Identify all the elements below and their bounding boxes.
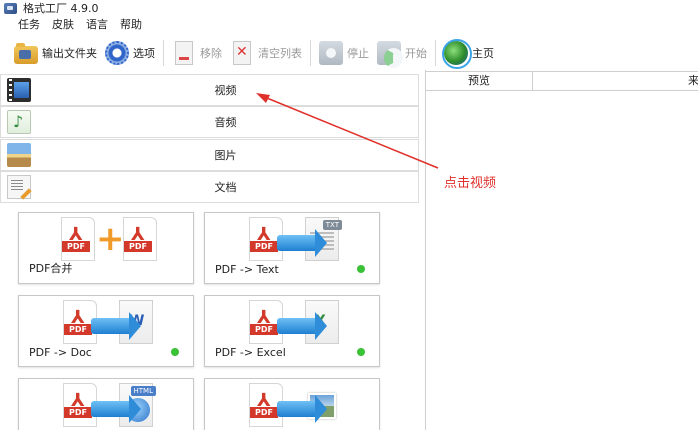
home-button[interactable]: 主页 xyxy=(440,39,498,69)
category-image-label: 图片 xyxy=(214,149,237,162)
remove-label: 移除 xyxy=(200,47,222,60)
tile-label: PDF合并 xyxy=(29,262,73,275)
category-document-label: 文档 xyxy=(214,181,237,194)
menu-help[interactable]: 帮助 xyxy=(114,17,148,33)
toolbar-divider xyxy=(435,40,436,66)
remove-button[interactable]: 移除 xyxy=(168,39,226,67)
start-label: 开始 xyxy=(405,47,427,60)
category-audio-label: 音频 xyxy=(214,116,237,129)
folder-icon xyxy=(14,43,38,64)
gear-icon xyxy=(105,41,129,65)
tile-label: PDF -> Doc xyxy=(29,346,92,359)
category-document[interactable]: 文档 xyxy=(0,171,419,203)
tile-label: PDF -> Excel xyxy=(215,346,286,359)
menu-skin[interactable]: 皮肤 xyxy=(46,17,80,33)
convert-arrow-icon xyxy=(277,229,327,257)
stop-button[interactable]: 停止 xyxy=(315,39,373,67)
status-dot xyxy=(357,348,365,356)
function-panel: 视频 音频 图片 文档 ⅄PDF + ⅄PDF PDF合并 ⅄PDF xyxy=(0,70,421,430)
plus-icon: + xyxy=(96,219,125,259)
convert-arrow-icon xyxy=(91,395,141,423)
window-title: 格式工厂 4.9.0 xyxy=(23,2,99,15)
toolbar-divider xyxy=(310,40,311,66)
clear-list-button[interactable]: 清空列表 xyxy=(226,39,306,67)
pdf-file-icon: ⅄ PDF xyxy=(123,217,157,261)
output-folder-label: 输出文件夹 xyxy=(42,47,97,60)
home-label: 主页 xyxy=(472,47,494,60)
title-bar: 格式工厂 4.9.0 xyxy=(0,0,698,16)
status-dot xyxy=(171,348,179,356)
options-label: 选项 xyxy=(133,47,155,60)
toolbar-divider xyxy=(163,40,164,66)
menu-bar: 任务 皮肤 语言 帮助 xyxy=(0,17,148,33)
status-dot xyxy=(357,265,365,273)
pdf-to-excel-art: ⅄PDF X xyxy=(205,300,381,344)
pdf-to-text-art: ⅄ PDF TXT xyxy=(205,217,381,261)
task-list-panel: 预览 来 xyxy=(425,70,698,430)
clear-list-icon xyxy=(233,41,251,65)
category-video-label: 视频 xyxy=(214,84,237,97)
menu-language[interactable]: 语言 xyxy=(80,17,114,33)
tile-pdf-to-doc[interactable]: ⅄PDF W PDF -> Doc xyxy=(18,295,194,367)
column-preview[interactable]: 预览 xyxy=(426,72,533,90)
stop-icon xyxy=(319,41,343,65)
annotation-text: 点击视频 xyxy=(444,176,497,191)
tile-pdf-to-excel[interactable]: ⅄PDF X PDF -> Excel xyxy=(204,295,380,367)
menu-task[interactable]: 任务 xyxy=(12,17,46,33)
pdf-merge-art: ⅄ PDF + ⅄ PDF xyxy=(19,217,195,261)
category-image[interactable]: 图片 xyxy=(0,139,419,171)
toolbar: 输出文件夹 选项 移除 清空列表 停止 开始 主页 xyxy=(0,37,698,69)
pdf-file-icon: ⅄ PDF xyxy=(61,217,95,261)
app-logo-icon xyxy=(4,2,17,14)
convert-arrow-icon xyxy=(277,312,327,340)
clear-list-label: 清空列表 xyxy=(258,47,302,60)
options-button[interactable]: 选项 xyxy=(101,39,159,67)
pdf-to-html-art: ⅄ PDF HTML xyxy=(19,383,195,427)
category-audio[interactable]: 音频 xyxy=(0,106,419,138)
tile-pdf-merge[interactable]: ⅄ PDF + ⅄ PDF PDF合并 xyxy=(18,212,194,284)
stop-label: 停止 xyxy=(347,47,369,60)
task-table-header: 预览 来 xyxy=(426,71,698,91)
start-icon xyxy=(377,41,403,68)
tile-label: PDF -> Text xyxy=(215,263,279,276)
column-source[interactable]: 来 xyxy=(533,72,698,90)
tile-pdf-to-image[interactable]: ⅄ PDF xyxy=(204,378,380,430)
pdf-to-doc-art: ⅄PDF W xyxy=(19,300,195,344)
pdf-to-image-art: ⅄ PDF xyxy=(205,383,381,427)
convert-arrow-icon xyxy=(91,312,141,340)
tile-pdf-to-html[interactable]: ⅄ PDF HTML xyxy=(18,378,194,430)
remove-doc-icon xyxy=(175,41,193,65)
globe-icon xyxy=(442,39,472,69)
tile-pdf-to-text[interactable]: ⅄ PDF TXT PDF -> Text xyxy=(204,212,380,284)
start-button[interactable]: 开始 xyxy=(373,39,431,68)
convert-arrow-icon xyxy=(277,395,327,423)
output-folder-button[interactable]: 输出文件夹 xyxy=(10,39,101,67)
category-video[interactable]: 视频 xyxy=(0,74,419,106)
